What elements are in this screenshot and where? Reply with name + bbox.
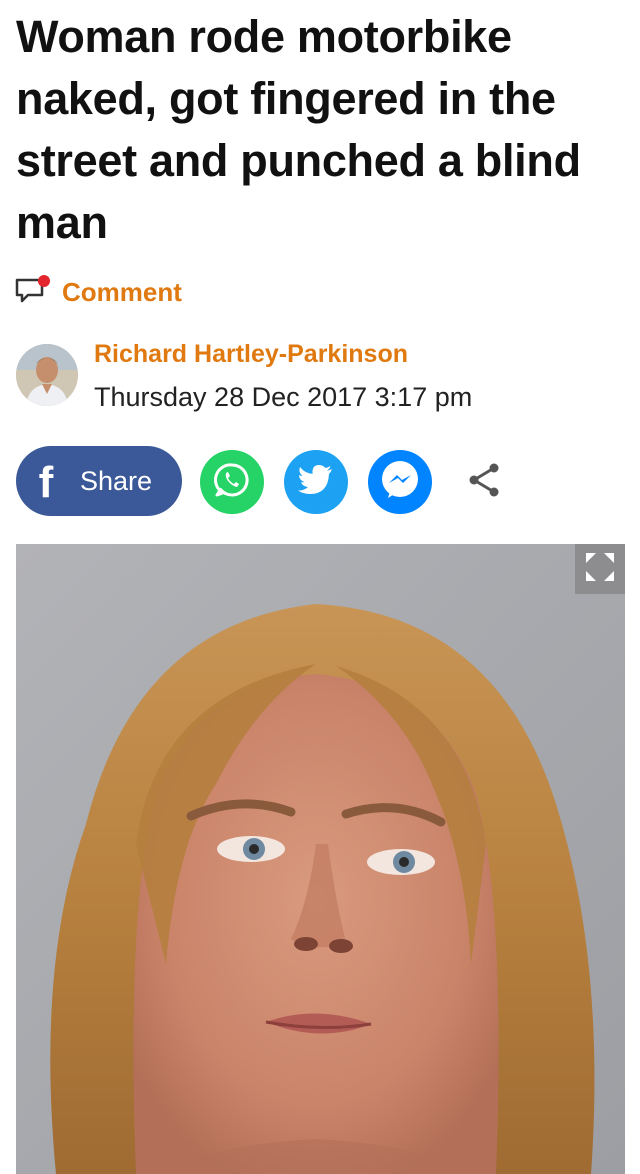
comment-link[interactable]: Comment (14, 272, 182, 312)
share-more-button[interactable] (456, 450, 512, 514)
comment-label: Comment (62, 276, 182, 307)
facebook-share-label: Share (80, 465, 153, 496)
byline: Richard Hartley-Parkinson Thursday 28 De… (16, 338, 616, 418)
share-icon (462, 458, 506, 507)
facebook-icon: f (38, 458, 54, 507)
author-avatar (16, 344, 78, 406)
whatsapp-share-button[interactable] (200, 450, 264, 514)
mugshot-photo (16, 544, 625, 1174)
messenger-icon (379, 459, 421, 506)
whatsapp-icon (212, 460, 252, 505)
messenger-share-button[interactable] (368, 450, 432, 514)
expand-icon (583, 550, 617, 589)
twitter-icon (297, 463, 335, 502)
expand-image-button[interactable] (575, 544, 625, 594)
twitter-share-button[interactable] (284, 450, 348, 514)
author-name[interactable]: Richard Hartley-Parkinson (94, 340, 408, 369)
publish-date: Thursday 28 Dec 2017 3:17 pm (94, 382, 473, 412)
facebook-share-button[interactable]: f Share (16, 446, 182, 516)
comment-icon (14, 274, 52, 310)
article-headline: Woman rode motorbike naked, got fingered… (16, 11, 581, 248)
article-photo[interactable] (16, 544, 625, 1174)
share-bar: f Share (16, 444, 616, 518)
